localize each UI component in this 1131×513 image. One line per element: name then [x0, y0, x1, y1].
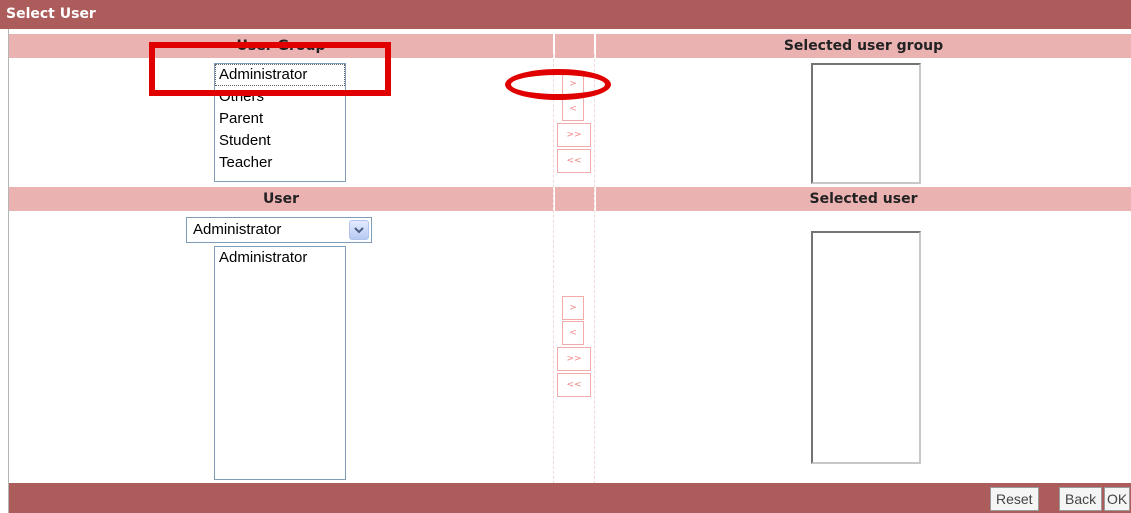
add-all-groups-button[interactable]: >>: [557, 123, 591, 147]
window-titlebar: Select User: [0, 0, 1131, 29]
remove-user-button[interactable]: <: [562, 321, 584, 345]
selected-user-listbox[interactable]: [811, 231, 921, 464]
header-spacer: [555, 34, 594, 58]
column-divider-right: [594, 54, 595, 484]
remove-all-groups-button[interactable]: <<: [557, 149, 591, 173]
annotation-ellipse: [505, 69, 611, 100]
list-item-student[interactable]: Student: [215, 130, 345, 152]
back-button[interactable]: Back: [1059, 487, 1103, 511]
ok-button[interactable]: OK: [1104, 487, 1131, 511]
window-title: Select User: [6, 6, 96, 22]
footer-bar: [9, 483, 1131, 513]
column-divider-left: [553, 54, 554, 484]
list-item-teacher[interactable]: Teacher: [215, 152, 345, 174]
header-spacer-2: [555, 187, 594, 211]
remove-all-users-button[interactable]: <<: [557, 373, 591, 397]
select-value: Administrator: [193, 221, 282, 238]
chevron-down-icon[interactable]: [349, 220, 369, 240]
user-group-select[interactable]: Administrator: [186, 217, 372, 243]
reset-button[interactable]: Reset: [990, 487, 1039, 511]
remove-group-button[interactable]: <: [562, 97, 584, 121]
list-item-parent[interactable]: Parent: [215, 108, 345, 130]
selected-user-header: Selected user: [596, 187, 1131, 211]
user-listbox[interactable]: Administrator: [214, 246, 346, 480]
add-all-users-button[interactable]: >>: [557, 347, 591, 371]
list-item-administrator-user[interactable]: Administrator: [215, 247, 345, 269]
annotation-rectangle: [149, 42, 391, 96]
selected-user-group-header: Selected user group: [596, 34, 1131, 58]
selected-user-group-listbox[interactable]: [811, 63, 921, 184]
add-user-button[interactable]: >: [562, 296, 584, 320]
user-header: User: [9, 187, 553, 211]
